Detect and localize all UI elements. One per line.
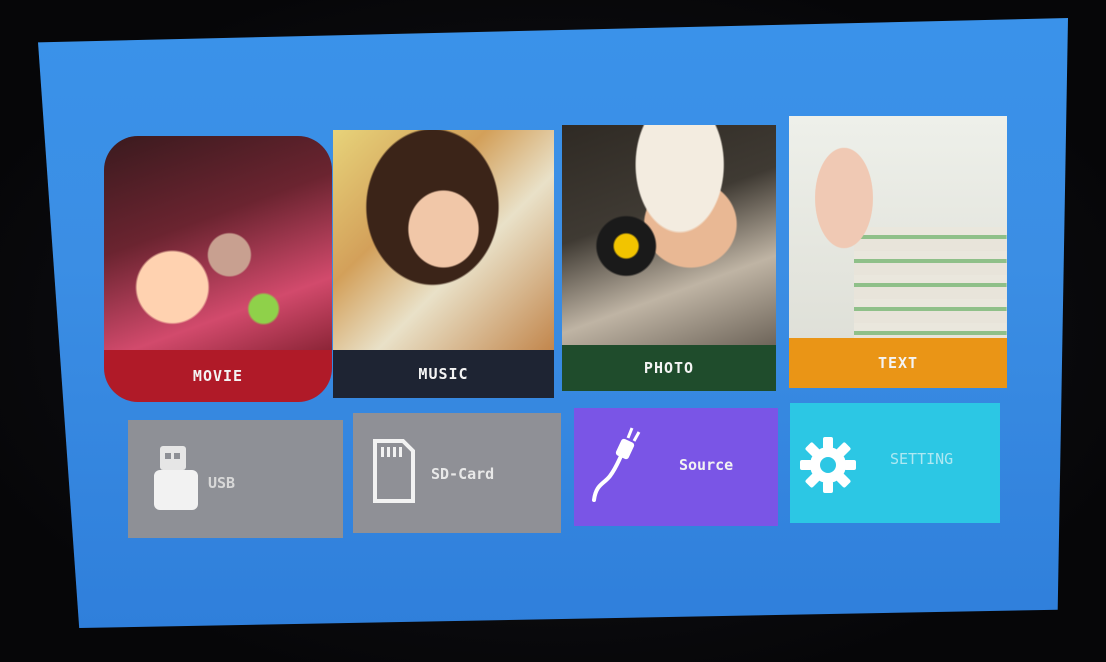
movie-label: MOVIE [104,350,332,402]
usb-label: USB [208,474,236,492]
sd-card-tile[interactable]: SD-Card [353,413,561,533]
photo-tile[interactable]: PHOTO [562,125,776,391]
usb-tile[interactable]: USB [128,420,343,538]
sd-card-icon [373,439,415,503]
usb-drive-icon [154,446,198,510]
source-tile[interactable]: Source [574,408,778,526]
music-tile[interactable]: MUSIC [333,130,554,398]
source-label: Source [679,456,734,474]
setting-label: SETTING [890,450,954,468]
movie-image [104,136,332,352]
text-label: TEXT [789,338,1007,388]
movie-tile[interactable]: MOVIE [104,136,332,402]
music-image [333,130,554,350]
photo-label: PHOTO [562,345,776,391]
text-tile[interactable]: TEXT [789,116,1007,388]
photo-image [562,125,776,345]
setting-tile[interactable]: SETTING [790,403,1000,523]
sd-card-label: SD-Card [431,465,495,483]
cable-plug-icon [592,427,641,502]
text-image [789,116,1007,338]
music-label: MUSIC [333,350,554,398]
hand-graphic [799,146,889,276]
gear-icon [800,437,856,493]
